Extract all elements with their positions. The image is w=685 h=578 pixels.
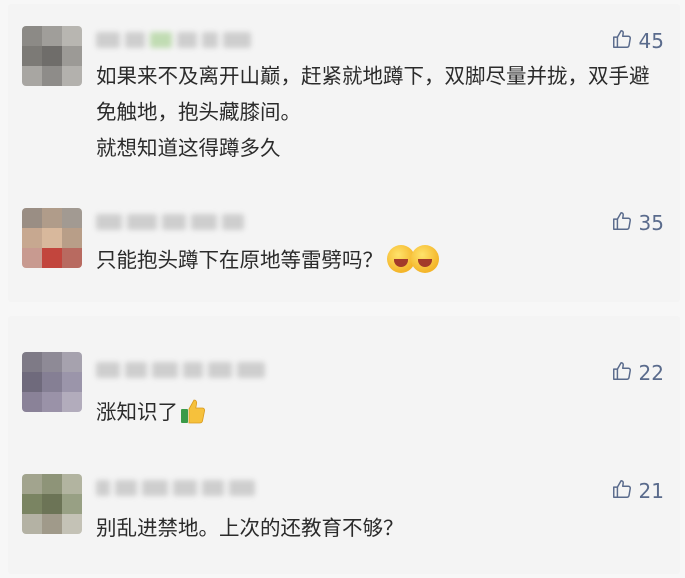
username-blurred[interactable]	[96, 214, 249, 230]
avatar[interactable]	[22, 208, 82, 268]
comment-text: 如果来不及离开山巅，赶紧就地蹲下，双脚尽量并拢，双手避免触地，抱头藏膝间。 就想…	[96, 64, 650, 160]
comment-text: 别乱进禁地。上次的还教育不够？	[96, 516, 404, 540]
comment-card: 45 如果来不及离开山巅，赶紧就地蹲下，双脚尽量并拢，双手避免触地，抱头藏膝间。…	[8, 4, 680, 302]
thumbs-up-outline-icon	[611, 360, 633, 387]
laughing-tears-emoji	[411, 245, 439, 273]
like-button[interactable]: 21	[611, 478, 664, 504]
like-count: 35	[638, 211, 664, 235]
comment-text: 涨知识了	[96, 400, 178, 424]
like-count: 21	[638, 479, 664, 503]
like-button[interactable]: 22	[611, 360, 664, 386]
like-count: 22	[638, 361, 664, 385]
like-count: 45	[638, 29, 664, 53]
like-button[interactable]: 45	[611, 28, 664, 54]
avatar[interactable]	[22, 474, 82, 534]
thumbs-up-outline-icon	[611, 28, 633, 55]
avatar[interactable]	[22, 26, 82, 86]
username-blurred[interactable]	[96, 480, 260, 496]
comment-text: 只能抱头蹲下在原地等雷劈吗？	[96, 248, 383, 272]
thumbs-up-emoji	[180, 397, 206, 425]
username-blurred[interactable]	[96, 32, 256, 48]
thumbs-up-outline-icon	[611, 210, 633, 237]
comment-text-row: 涨知识了	[96, 394, 666, 430]
comment-text-row: 只能抱头蹲下在原地等雷劈吗？	[96, 242, 666, 278]
thumbs-up-outline-icon	[611, 478, 633, 505]
avatar[interactable]	[22, 352, 82, 412]
like-button[interactable]: 35	[611, 210, 664, 236]
comment-card: 22 涨知识了 21 别乱进禁地。上次的还教育不够？	[8, 316, 680, 574]
username-blurred[interactable]	[96, 362, 270, 378]
